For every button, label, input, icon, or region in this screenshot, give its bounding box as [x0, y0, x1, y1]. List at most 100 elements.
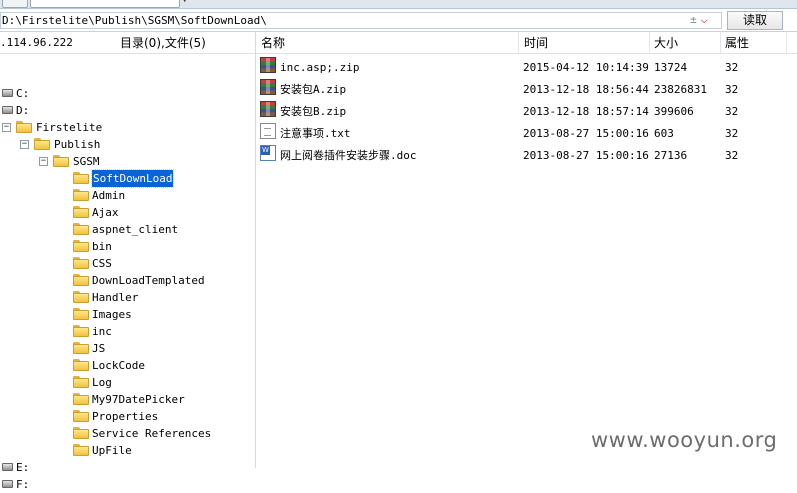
tree-label: Handler: [92, 291, 139, 304]
file-size: 23826831: [654, 83, 707, 96]
folder-icon: [73, 172, 89, 184]
tree-label: D:: [16, 104, 30, 117]
column-separator: [649, 32, 650, 53]
address-bar: D:\Firstelite\Publish\SGSM\SoftDownLoad\…: [0, 10, 797, 32]
file-list-panel: 名称 时间 大小 属性 inc.asp;.zip 2015-04-12 10:14…: [256, 32, 797, 468]
tree-label: SGSM: [73, 155, 100, 168]
file-row[interactable]: 注意事项.txt 2013-08-27 15:00:16 603 32: [256, 123, 797, 145]
folder-icon: [73, 359, 89, 371]
tree-label: Ajax: [92, 206, 119, 219]
file-time: 2015-04-12 10:14:39: [523, 61, 649, 74]
tree-label: DownLoadTemplated: [92, 274, 205, 287]
tab-scroll-icon[interactable]: ▾: [182, 0, 192, 8]
folder-icon: [73, 393, 89, 405]
collapse-icon[interactable]: −: [20, 140, 29, 149]
file-name: 网上阅卷插件安装步骤.doc: [280, 149, 417, 162]
tree-label: C:: [16, 87, 30, 100]
watermark: www.wooyun.org: [591, 428, 778, 452]
archive-icon: [260, 57, 276, 73]
file-attr: 32: [725, 83, 739, 96]
tree-label: Admin: [92, 189, 126, 202]
column-separator: [720, 32, 721, 53]
archive-icon: [260, 79, 276, 95]
archive-icon: [260, 101, 276, 117]
file-time: 2013-08-27 15:00:16: [523, 127, 649, 140]
folder-icon: [73, 274, 89, 286]
drive-icon: [2, 106, 13, 114]
tree-label: aspnet_client: [92, 223, 179, 236]
folder-icon: [73, 189, 89, 201]
file-attr: 32: [725, 61, 739, 74]
path-input[interactable]: D:\Firstelite\Publish\SGSM\SoftDownLoad\: [0, 12, 722, 29]
file-row[interactable]: inc.asp;.zip 2015-04-12 10:14:39 13724 32: [256, 57, 797, 79]
folder-icon: [73, 376, 89, 388]
file-name: inc.asp;.zip: [280, 61, 360, 74]
tree-label: bin: [92, 240, 112, 253]
file-row[interactable]: 安装包B.zip 2013-12-18 18:57:14 399606 32: [256, 101, 797, 123]
file-size: 399606: [654, 105, 694, 118]
read-button[interactable]: 读取: [727, 11, 783, 30]
file-time: 2013-12-18 18:57:14: [523, 105, 649, 118]
folder-icon: [16, 121, 32, 133]
folder-icon: [73, 427, 89, 439]
tree-label: JS: [92, 342, 106, 355]
folder-icon: [53, 155, 69, 167]
column-name[interactable]: 名称: [261, 32, 285, 53]
file-attr: 32: [725, 105, 739, 118]
column-separator: [518, 32, 519, 53]
tree-label: F:: [16, 478, 30, 491]
folder-icon: [73, 325, 89, 337]
drive-icon: [2, 480, 13, 488]
folder-icon: [73, 257, 89, 269]
folder-icon: [34, 138, 50, 150]
folder-icon: [73, 342, 89, 354]
clear-icon[interactable]: ±: [690, 13, 697, 26]
chevron-down-icon[interactable]: ⌵: [701, 12, 708, 26]
tree-label: CSS: [92, 257, 112, 270]
file-list-header: 名称 时间 大小 属性: [256, 32, 797, 54]
address-icons: ± ⌵: [690, 12, 708, 26]
tree-label: Firstelite: [36, 121, 103, 134]
directory-header: .114.96.222 目录(0),文件(5): [0, 32, 255, 54]
directory-panel: .114.96.222 目录(0),文件(5) C: D: − Firstelite −…: [0, 32, 256, 491]
file-size: 27136: [654, 149, 688, 162]
collapse-icon[interactable]: −: [39, 157, 48, 166]
folder-icon: [73, 410, 89, 422]
column-attr[interactable]: 属性: [725, 32, 749, 53]
tree-label-selected: SoftDownLoad: [90, 169, 175, 188]
collapse-icon[interactable]: −: [2, 123, 11, 132]
file-name: 安装包B.zip: [280, 105, 347, 118]
text-file-icon: [260, 123, 276, 139]
tree-label: inc: [92, 325, 112, 338]
folder-icon: [73, 444, 89, 456]
file-size: 13724: [654, 61, 688, 74]
folder-icon: [73, 308, 89, 320]
tree-label: LockCode: [92, 359, 145, 372]
file-row[interactable]: 安装包A.zip 2013-12-18 18:56:44 23826831 32: [256, 79, 797, 101]
drive-icon: [2, 463, 13, 471]
tab-previous[interactable]: [2, 0, 28, 8]
folder-icon: [73, 206, 89, 218]
tab-strip: ▾: [0, 0, 797, 9]
item-counts: 目录(0),文件(5): [120, 36, 206, 50]
tab-active[interactable]: [30, 0, 180, 8]
tree-label: My97DatePicker: [92, 393, 185, 406]
folder-icon: [73, 223, 89, 235]
tree-label: Log: [92, 376, 112, 389]
tree-label: Service References: [92, 427, 212, 440]
file-attr: 32: [725, 149, 739, 162]
tree-label: Publish: [54, 138, 101, 151]
column-time[interactable]: 时间: [524, 32, 548, 53]
drive-icon: [2, 89, 13, 97]
column-size[interactable]: 大小: [654, 32, 678, 53]
file-time: 2013-08-27 15:00:16: [523, 149, 649, 162]
word-doc-icon: [260, 145, 276, 161]
file-attr: 32: [725, 127, 739, 140]
column-separator: [786, 32, 787, 53]
folder-icon: [73, 240, 89, 252]
file-name: 安装包A.zip: [280, 83, 347, 96]
tree-label: Properties: [92, 410, 159, 423]
file-time: 2013-12-18 18:56:44: [523, 83, 649, 96]
file-row[interactable]: 网上阅卷插件安装步骤.doc 2013-08-27 15:00:16 27136 32: [256, 145, 797, 167]
tree-label: Images: [92, 308, 132, 321]
